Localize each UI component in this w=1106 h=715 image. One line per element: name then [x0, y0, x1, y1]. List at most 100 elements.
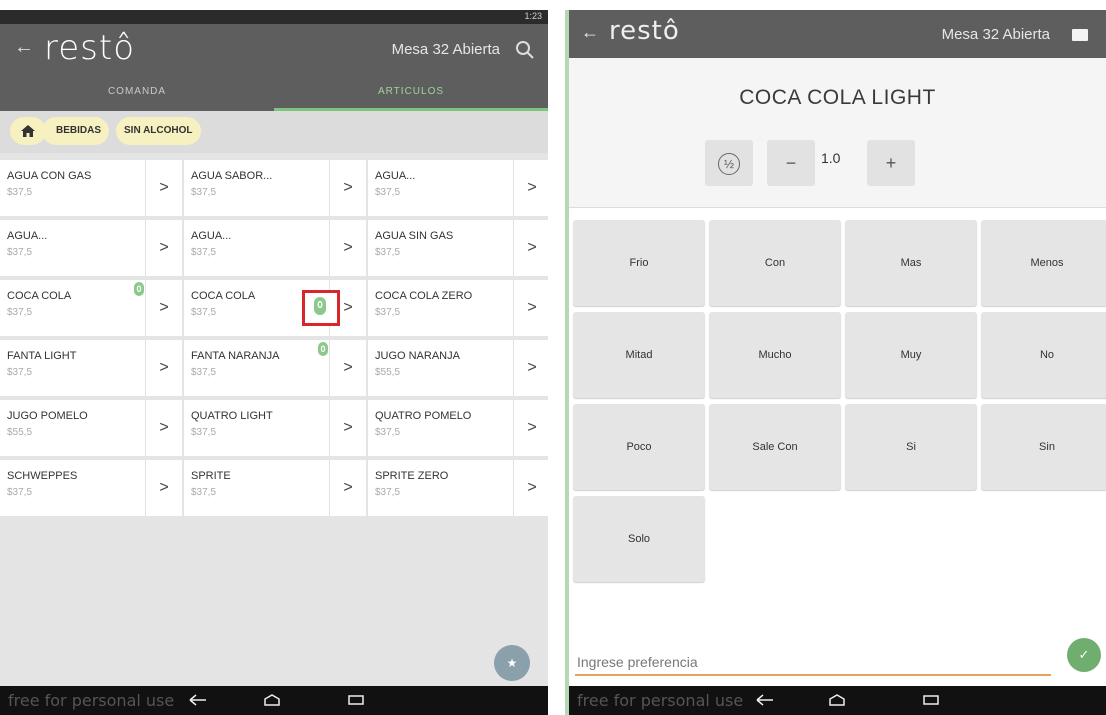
article-price: $55,5: [375, 367, 401, 378]
article-name: COCA COLA: [7, 290, 72, 302]
article-item[interactable]: AGUA... $37,5 >: [368, 160, 548, 216]
article-name: QUATRO LIGHT: [191, 410, 273, 422]
image-icon[interactable]: [1072, 29, 1088, 41]
chevron-right-icon[interactable]: >: [513, 400, 548, 456]
back-arrow-icon[interactable]: ←: [14, 36, 34, 59]
chevron-right-icon[interactable]: >: [329, 460, 366, 516]
favorites-button[interactable]: ★: [494, 645, 530, 681]
tab-articulos[interactable]: ARTICULOS: [274, 77, 548, 111]
preference-option-button[interactable]: Poco: [573, 404, 705, 490]
article-price: $37,5: [191, 427, 217, 438]
article-price: $37,5: [191, 307, 217, 318]
article-price: $37,5: [375, 487, 401, 498]
home-icon[interactable]: [10, 117, 46, 145]
tab-comanda[interactable]: COMANDA: [0, 77, 274, 111]
chevron-right-icon[interactable]: >: [145, 280, 182, 336]
breadcrumb-bebidas[interactable]: BEBIDAS: [42, 117, 110, 145]
quantity-badge: 0: [318, 342, 328, 356]
chevron-right-icon[interactable]: >: [145, 400, 182, 456]
recents-nav-icon[interactable]: [921, 694, 941, 706]
article-item[interactable]: AGUA SABOR... $37,5 >: [184, 160, 366, 216]
preference-option-button[interactable]: Sin: [981, 404, 1106, 490]
article-price: $37,5: [191, 487, 217, 498]
article-name: AGUA SIN GAS: [375, 230, 454, 242]
back-arrow-icon[interactable]: ←: [581, 22, 599, 43]
article-price: $37,5: [375, 247, 401, 258]
article-price: $37,5: [191, 367, 217, 378]
article-name: FANTA LIGHT: [7, 350, 77, 362]
article-item[interactable]: AGUA... $37,5 >: [0, 220, 182, 276]
tab-bar: COMANDA ARTICULOS: [0, 77, 548, 111]
article-name: QUATRO POMELO: [375, 410, 472, 422]
recents-nav-icon[interactable]: [346, 694, 366, 706]
preference-option-button[interactable]: Mas: [845, 220, 977, 306]
article-item[interactable]: COCA COLA ZERO $37,5 >: [368, 280, 548, 336]
article-price: $37,5: [375, 427, 401, 438]
confirm-button[interactable]: ✓: [1067, 638, 1101, 672]
chevron-right-icon[interactable]: >: [329, 400, 366, 456]
chevron-right-icon[interactable]: >: [145, 220, 182, 276]
preference-option-button[interactable]: Sale Con: [709, 404, 841, 490]
preference-option-button[interactable]: Solo: [573, 496, 705, 582]
article-item[interactable]: SPRITE ZERO $37,5 >: [368, 460, 548, 516]
increase-quantity-button[interactable]: +: [867, 140, 915, 186]
product-title: COCA COLA LIGHT: [739, 86, 936, 109]
search-icon[interactable]: [514, 39, 536, 61]
preference-input[interactable]: Ingrese preferencia: [575, 648, 1051, 676]
article-price: $37,5: [7, 247, 33, 258]
chevron-right-icon[interactable]: >: [329, 160, 366, 216]
system-nav-bar: free for personal use: [569, 686, 1106, 715]
chevron-right-icon[interactable]: >: [513, 280, 548, 336]
chevron-right-icon[interactable]: >: [513, 460, 548, 516]
chevron-right-icon[interactable]: >: [145, 160, 182, 216]
article-price: $37,5: [7, 307, 33, 318]
preference-option-button[interactable]: Frio: [573, 220, 705, 306]
article-item[interactable]: SCHWEPPES $37,5 >: [0, 460, 182, 516]
article-name: FANTA NARANJA: [191, 350, 280, 362]
preference-option-button[interactable]: Menos: [981, 220, 1106, 306]
article-item[interactable]: AGUA... $37,5 >: [184, 220, 366, 276]
article-name: JUGO NARANJA: [375, 350, 460, 362]
preference-option-button[interactable]: Mucho: [709, 312, 841, 398]
preference-option-button[interactable]: Mitad: [573, 312, 705, 398]
article-name: AGUA CON GAS: [7, 170, 92, 182]
chevron-right-icon[interactable]: >: [513, 220, 548, 276]
article-item[interactable]: QUATRO POMELO $37,5 >: [368, 400, 548, 456]
article-item[interactable]: SPRITE $37,5 >: [184, 460, 366, 516]
half-icon: ½: [718, 153, 740, 176]
article-item[interactable]: JUGO NARANJA $55,5 >: [368, 340, 548, 396]
article-price: $55,5: [7, 427, 33, 438]
preference-option-button[interactable]: Si: [845, 404, 977, 490]
article-item[interactable]: FANTA LIGHT $37,5 >: [0, 340, 182, 396]
article-name: SPRITE ZERO: [375, 470, 449, 482]
chevron-right-icon[interactable]: >: [145, 340, 182, 396]
product-header: COCA COLA LIGHT ½ − 1.0 +: [569, 58, 1106, 208]
article-name: SCHWEPPES: [7, 470, 78, 482]
article-name: COCA COLA ZERO: [375, 290, 473, 302]
chevron-right-icon[interactable]: >: [513, 160, 548, 216]
article-item[interactable]: QUATRO LIGHT $37,5 >: [184, 400, 366, 456]
watermark: free for personal use: [8, 691, 175, 710]
article-item[interactable]: COCA COLA $37,5 >0: [0, 280, 182, 336]
chevron-right-icon[interactable]: >: [329, 220, 366, 276]
preference-option-button[interactable]: Con: [709, 220, 841, 306]
half-portion-button[interactable]: ½: [705, 140, 753, 186]
table-status: Mesa 32 Abierta: [391, 41, 500, 58]
back-nav-icon[interactable]: [755, 694, 775, 706]
home-nav-icon[interactable]: [827, 694, 847, 706]
chevron-right-icon[interactable]: >: [145, 460, 182, 516]
chevron-right-icon[interactable]: >: [513, 340, 548, 396]
article-name: AGUA...: [375, 170, 416, 182]
preference-option-button[interactable]: No: [981, 312, 1106, 398]
back-nav-icon[interactable]: [188, 694, 208, 706]
preference-option-button[interactable]: Muy: [845, 312, 977, 398]
breadcrumb-sin-alcohol[interactable]: SIN ALCOHOL: [116, 117, 201, 145]
article-item[interactable]: JUGO POMELO $55,5 >: [0, 400, 182, 456]
article-item[interactable]: FANTA NARANJA $37,5 >0: [184, 340, 366, 396]
home-nav-icon[interactable]: [262, 694, 282, 706]
app-bar: ← restô Mesa 32 Abierta: [0, 24, 548, 77]
decrease-quantity-button[interactable]: −: [767, 140, 815, 186]
article-item[interactable]: AGUA CON GAS $37,5 >: [0, 160, 182, 216]
article-item[interactable]: AGUA SIN GAS $37,5 >: [368, 220, 548, 276]
chevron-right-icon[interactable]: >: [329, 340, 366, 396]
